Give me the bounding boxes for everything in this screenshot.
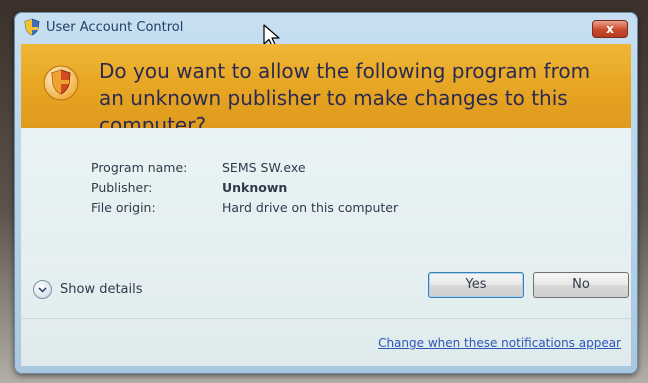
chevron-down-icon[interactable] bbox=[33, 280, 52, 299]
change-notifications-link[interactable]: Change when these notifications appear bbox=[378, 336, 621, 350]
close-button[interactable]: x bbox=[592, 20, 628, 38]
info-table: Program name: SEMS SW.exe Publisher: Unk… bbox=[91, 158, 398, 218]
program-name-value: SEMS SW.exe bbox=[222, 160, 306, 175]
program-details: Program name: SEMS SW.exe Publisher: Unk… bbox=[21, 128, 631, 256]
warning-banner: Do you want to allow the following progr… bbox=[21, 44, 631, 137]
info-label: File origin: bbox=[91, 200, 156, 215]
info-row-publisher: Publisher: Unknown bbox=[91, 178, 398, 198]
uac-question: Do you want to allow the following progr… bbox=[99, 59, 591, 137]
divider bbox=[21, 318, 631, 319]
info-label: Program name: bbox=[91, 160, 188, 175]
show-details-toggle[interactable]: Show details bbox=[33, 280, 143, 299]
title-bar: User Account Control x bbox=[14, 12, 638, 42]
shield-icon bbox=[43, 65, 79, 101]
info-row-file-origin: File origin: Hard drive on this computer bbox=[91, 198, 398, 218]
publisher-value: Unknown bbox=[222, 180, 288, 195]
window-title: User Account Control bbox=[46, 19, 184, 35]
uac-dialog: User Account Control x Do you want to al… bbox=[14, 12, 638, 374]
yes-button[interactable]: Yes bbox=[428, 272, 524, 298]
no-button[interactable]: No bbox=[533, 272, 629, 298]
shield-icon bbox=[24, 18, 40, 36]
dialog-footer: Show details Yes No Change when these no… bbox=[21, 256, 631, 366]
file-origin-value: Hard drive on this computer bbox=[222, 200, 399, 215]
info-row-program-name: Program name: SEMS SW.exe bbox=[91, 158, 398, 178]
show-details-label[interactable]: Show details bbox=[60, 282, 143, 297]
info-label: Publisher: bbox=[91, 180, 153, 195]
